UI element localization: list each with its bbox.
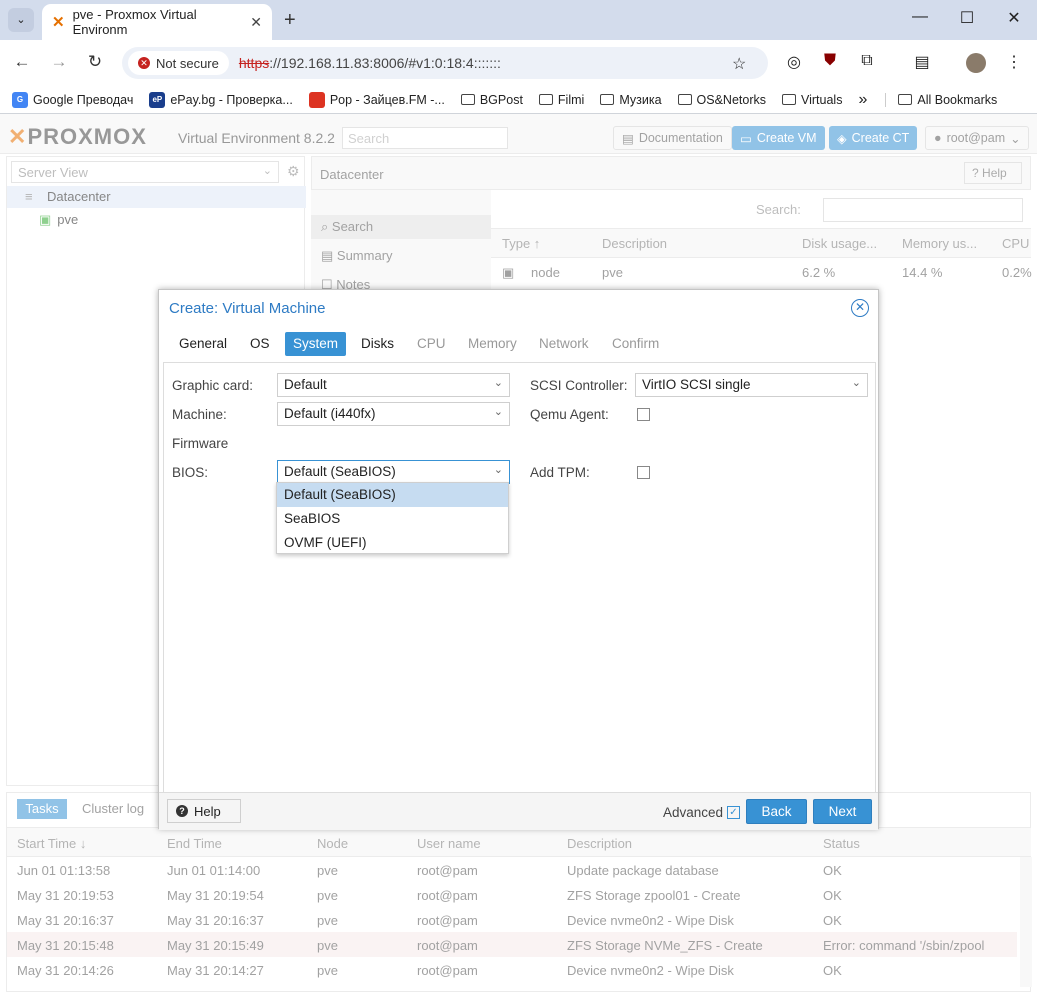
back-arrow-icon[interactable]: ←: [10, 52, 34, 72]
tab-memory[interactable]: Memory: [460, 332, 525, 356]
warning-icon: ✕: [138, 57, 150, 69]
reading-list-icon[interactable]: ▤: [910, 52, 934, 72]
tab-confirm[interactable]: Confirm: [604, 332, 667, 356]
bookmark-star-icon[interactable]: ☆: [732, 54, 746, 74]
add-tpm-label: Add TPM:: [530, 465, 590, 480]
bookmarks-bar: G Google Преводач eP ePay.bg - Проверка...…: [0, 86, 1037, 114]
extensions-puzzle-icon[interactable]: ⧉: [855, 52, 879, 70]
not-secure-label: Not secure: [156, 55, 219, 71]
bookmark-zaycev[interactable]: Pop - Зайцев.FM -...: [308, 91, 445, 108]
scsi-controller-select[interactable]: VirtIO SCSI single ⌄: [635, 373, 868, 397]
qemu-agent-checkbox[interactable]: [637, 408, 650, 421]
address-bar[interactable]: ✕ Not secure https://192.168.11.83:8006/…: [122, 47, 768, 79]
chevron-down-icon: ⌄: [493, 377, 503, 389]
machine-label: Machine:: [172, 407, 227, 422]
menu-kebab-icon[interactable]: ⋮: [1002, 52, 1026, 72]
chevron-down-icon: ⌄: [493, 464, 503, 476]
tab-disks[interactable]: Disks: [353, 332, 402, 356]
url-scheme: https: [238, 55, 270, 71]
bookmark-virtuals[interactable]: Virtuals: [782, 93, 842, 107]
google-translate-icon: G: [12, 91, 28, 108]
tab-os[interactable]: OS: [242, 332, 278, 356]
zaycev-icon: [308, 91, 325, 108]
bookmark-os-networks[interactable]: OS&Netorks: [677, 93, 766, 107]
tab-search-chevron-icon[interactable]: ⌄: [8, 8, 34, 32]
epay-icon: eP: [149, 91, 166, 108]
dialog-title: Create: Virtual Machine: [169, 300, 326, 317]
tab-general[interactable]: General: [171, 332, 235, 356]
minimize-icon[interactable]: —: [905, 8, 935, 26]
bios-option-default-seabios[interactable]: Default (SeaBIOS): [277, 483, 508, 507]
url-text[interactable]: https://192.168.11.83:8006/#v1:0:18:4:::…: [239, 55, 501, 71]
tab-network[interactable]: Network: [531, 332, 597, 356]
chevron-down-icon: ⌄: [493, 406, 503, 418]
add-tpm-checkbox[interactable]: [637, 466, 650, 479]
graphic-card-label: Graphic card:: [172, 378, 254, 393]
bios-select[interactable]: Default (SeaBIOS) ⌄: [277, 460, 510, 484]
create-vm-dialog: Create: Virtual Machine ✕ General OS Sys…: [158, 289, 879, 830]
folder-icon: [460, 94, 475, 105]
url-rest: ://192.168.11.83:8006/#v1:0:18:4:::::::: [269, 55, 501, 71]
advanced-checkbox[interactable]: ✓: [727, 806, 740, 819]
scsi-controller-label: SCSI Controller:: [530, 378, 628, 393]
folder-icon: [600, 94, 615, 105]
reload-icon[interactable]: ↻: [83, 52, 107, 72]
profile-avatar-icon[interactable]: [966, 53, 986, 73]
folder-icon: [538, 94, 553, 105]
chevron-down-icon: ⌄: [851, 377, 861, 389]
bios-option-seabios[interactable]: SeaBIOS: [277, 507, 508, 531]
graphic-card-select[interactable]: Default ⌄: [277, 373, 510, 397]
address-toolbar: ← → ↻ ✕ Not secure https://192.168.11.83…: [0, 40, 1037, 86]
bookmark-bgpost[interactable]: BGPost: [460, 93, 523, 107]
history-extension-icon[interactable]: ◎: [782, 52, 806, 72]
more-bookmarks-button[interactable]: »: [858, 91, 867, 109]
tab-title: pve - Proxmox Virtual Environm: [72, 7, 197, 37]
question-icon: ?: [176, 805, 188, 817]
new-tab-icon[interactable]: +: [284, 9, 296, 32]
bios-dropdown-list: Default (SeaBIOS) SeaBIOS OVMF (UEFI): [276, 482, 509, 554]
browser-tab-bar: ⌄ ✕ pve - Proxmox Virtual Environm ✕ + —…: [0, 0, 1037, 40]
advanced-label: Advanced: [663, 805, 724, 820]
bookmark-filmi[interactable]: Filmi: [538, 93, 584, 107]
bookmark-muzika[interactable]: Музика: [600, 93, 662, 107]
close-window-icon[interactable]: ✕: [999, 8, 1029, 28]
bios-label: BIOS:: [172, 465, 209, 480]
folder-icon: [898, 94, 913, 105]
forward-arrow-icon[interactable]: →: [47, 52, 71, 72]
proxmox-favicon-icon: ✕: [52, 14, 65, 31]
tab-cpu[interactable]: CPU: [409, 332, 454, 356]
back-button[interactable]: Back: [746, 799, 807, 824]
not-secure-chip[interactable]: ✕ Not secure: [128, 51, 229, 75]
folder-icon: [677, 94, 692, 105]
qemu-agent-label: Qemu Agent:: [530, 407, 609, 422]
close-icon[interactable]: ✕: [851, 299, 869, 317]
system-panel: Graphic card: Default ⌄ Machine: Default …: [163, 362, 876, 792]
dialog-help-button[interactable]: ? Help: [167, 799, 241, 823]
folder-icon: [782, 94, 796, 105]
all-bookmarks-button[interactable]: All Bookmarks: [885, 92, 997, 107]
bios-option-ovmf-uefi[interactable]: OVMF (UEFI): [277, 531, 508, 555]
dialog-footer: ? Help Advanced ✓ Back Next: [159, 792, 878, 830]
bookmark-epay[interactable]: eP ePay.bg - Проверка...: [149, 91, 293, 108]
browser-tab[interactable]: ✕ pve - Proxmox Virtual Environm ✕: [42, 4, 272, 40]
bookmark-google-translate[interactable]: G Google Преводач: [12, 91, 133, 108]
close-tab-icon[interactable]: ✕: [250, 14, 262, 31]
firmware-heading: Firmware: [172, 436, 229, 451]
ublock-icon[interactable]: ⛊: [818, 52, 842, 70]
next-button[interactable]: Next: [813, 799, 872, 824]
machine-select[interactable]: Default (i440fx) ⌄: [277, 402, 510, 426]
maximize-icon[interactable]: ☐: [952, 8, 982, 28]
tab-system[interactable]: System: [285, 332, 347, 356]
